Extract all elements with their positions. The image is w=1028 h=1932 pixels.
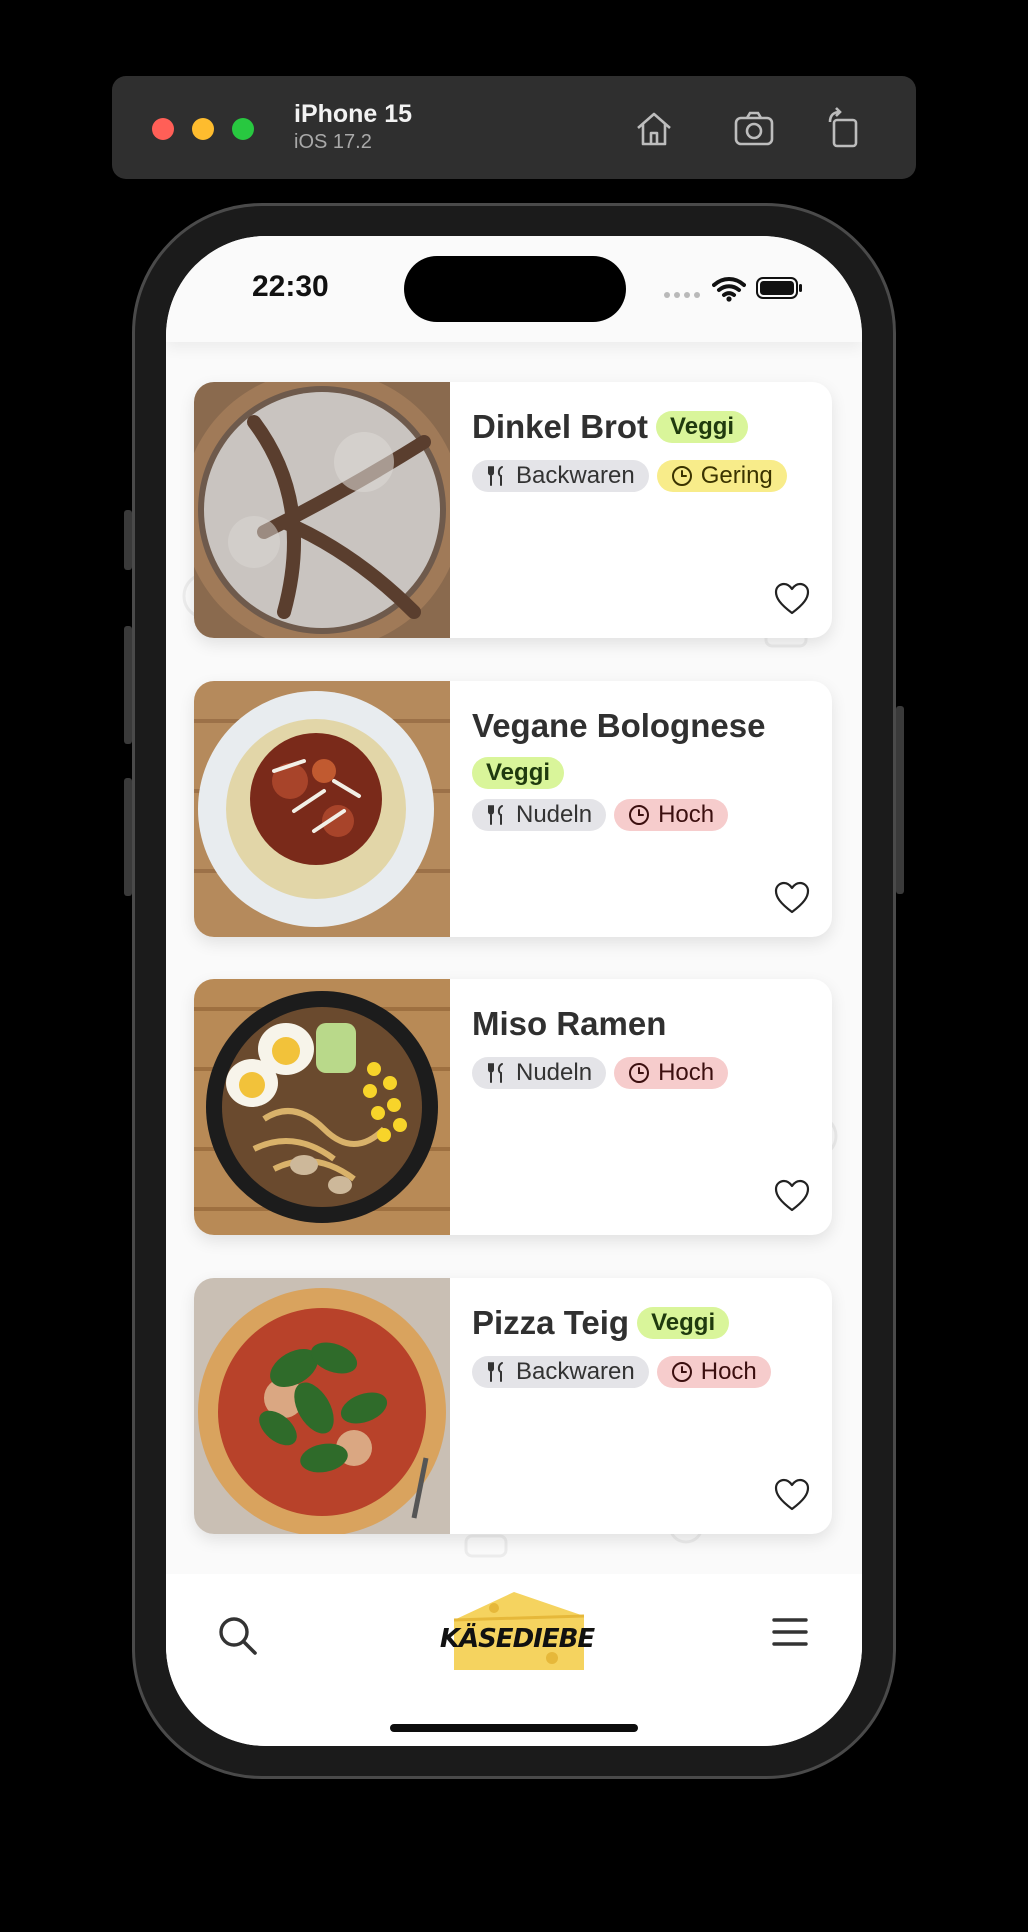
rotate-icon [828, 107, 858, 148]
phone-screen: 22:30 Dinkel Brot Veggi Backwaren Gering… [166, 236, 862, 1746]
favorite-heart-icon[interactable] [774, 1179, 810, 1213]
home-indicator[interactable] [390, 1724, 638, 1732]
clock-icon [671, 466, 692, 486]
clock-icon [629, 1063, 650, 1083]
recipe-card[interactable]: Pizza Teig Veggi Backwaren Hoch [194, 1278, 832, 1534]
effort-chip: Gering [656, 460, 787, 492]
home-button[interactable] [630, 104, 678, 152]
clock-icon [629, 805, 650, 825]
effort-chip: Hoch [656, 1356, 771, 1388]
os-version: iOS 17.2 [294, 131, 372, 153]
veggi-badge: Veggi [656, 411, 749, 443]
zoom-window-button[interactable] [232, 118, 254, 140]
category-chip: Nudeln [472, 799, 607, 831]
app-logo[interactable]: KÄSEDIEBE [434, 1586, 600, 1686]
favorite-heart-icon[interactable] [774, 1478, 810, 1512]
power-button [896, 706, 904, 894]
effort-label: Hoch [658, 801, 715, 828]
effort-chip: Hoch [614, 1057, 729, 1089]
recipe-title: Pizza Teig [472, 1304, 630, 1341]
category-label: Backwaren [516, 1358, 635, 1385]
recipe-image [194, 382, 450, 638]
status-bar: 22:30 [166, 236, 862, 342]
recipe-title: Dinkel Brot [472, 408, 649, 445]
logo-text: KÄSEDIEBE [439, 1624, 595, 1654]
fork-knife-icon [488, 1063, 503, 1083]
bottom-tab-bar: KÄSEDIEBE [166, 1574, 862, 1746]
veggi-badge: Veggi [637, 1307, 730, 1339]
bolognese-photo [194, 681, 450, 937]
recipe-image [194, 681, 450, 937]
effort-label: Gering [700, 462, 773, 489]
volume-down-button [124, 778, 132, 896]
recipe-card[interactable]: Miso Ramen Nudeln Hoch [194, 979, 832, 1235]
search-icon[interactable] [216, 1614, 258, 1656]
category-label: Nudeln [516, 1059, 593, 1086]
simulator-toolbar: iPhone 15 iOS 17.2 [112, 76, 916, 179]
effort-chip: Hoch [614, 799, 729, 831]
device-name: iPhone 15 [294, 100, 413, 128]
effort-label: Hoch [700, 1358, 757, 1385]
screenshot-icon [734, 111, 774, 146]
veggi-badge: Veggi [472, 757, 565, 789]
pizza-photo [194, 1278, 450, 1534]
category-label: Nudeln [516, 801, 593, 828]
hamburger-menu-icon[interactable] [772, 1616, 808, 1648]
action-button [124, 510, 132, 570]
recipe-title: Miso Ramen [472, 1005, 667, 1042]
screenshot-button[interactable] [730, 104, 778, 152]
fork-knife-icon [488, 1362, 503, 1382]
wifi-icon [712, 277, 746, 302]
recipe-image [194, 1278, 450, 1534]
category-chip: Backwaren [472, 460, 649, 492]
clock-icon [671, 1362, 692, 1382]
effort-label: Hoch [658, 1059, 715, 1086]
rotate-button[interactable] [820, 104, 868, 152]
category-chip: Nudeln [472, 1057, 607, 1089]
cellular-signal-icon [664, 292, 700, 298]
favorite-heart-icon[interactable] [774, 881, 810, 915]
recipe-image [194, 979, 450, 1235]
bread-photo [194, 382, 450, 638]
volume-up-button [124, 626, 132, 744]
ramen-photo [194, 979, 450, 1235]
dynamic-island [404, 256, 626, 322]
minimize-window-button[interactable] [192, 118, 214, 140]
category-label: Backwaren [516, 462, 635, 489]
recipe-card[interactable]: Dinkel Brot Veggi Backwaren Gering [194, 382, 832, 638]
status-time: 22:30 [252, 270, 329, 303]
recipe-title: Vegane Bolognese [472, 707, 766, 744]
favorite-heart-icon[interactable] [774, 582, 810, 616]
category-chip: Backwaren [472, 1356, 649, 1388]
home-icon [637, 112, 671, 146]
battery-icon [756, 277, 802, 299]
fork-knife-icon [488, 805, 503, 825]
fork-knife-icon [488, 466, 503, 486]
recipe-card[interactable]: Vegane Bolognese Veggi Nudeln Hoch [194, 681, 832, 937]
close-window-button[interactable] [152, 118, 174, 140]
